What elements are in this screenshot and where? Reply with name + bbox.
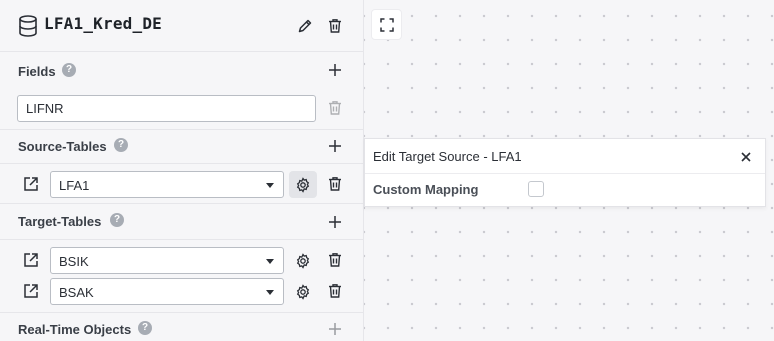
target-table-settings-button[interactable] [289, 247, 317, 274]
add-target-table-button[interactable] [326, 213, 344, 231]
trash-icon [329, 19, 341, 33]
edit-project-button[interactable] [294, 15, 316, 37]
source-tables-help-icon[interactable]: ? [114, 138, 128, 152]
pencil-icon [298, 19, 312, 33]
realtime-objects-section-header: Real-Time Objects ? [0, 312, 364, 341]
panel-divider [365, 173, 765, 174]
edit-target-source-panel: Edit Target Source - LFA1 Custom Mapping [364, 138, 766, 207]
delete-project-button[interactable] [324, 15, 346, 37]
target-table-select[interactable]: BSIK [50, 247, 284, 274]
source-tables-section-header: Source-Tables ? [0, 129, 364, 164]
custom-mapping-checkbox[interactable] [528, 181, 544, 197]
target-table-settings-button[interactable] [289, 278, 317, 305]
chevron-down-icon [266, 183, 274, 188]
target-table-select[interactable]: BSAK [50, 278, 284, 305]
target-tables-label: Target-Tables [18, 214, 102, 229]
add-field-button[interactable] [326, 61, 344, 79]
gear-icon [296, 252, 310, 269]
trash-icon [329, 101, 341, 115]
panel-title: Edit Target Source - LFA1 [373, 149, 522, 164]
source-table-value: LFA1 [59, 178, 90, 193]
project-header: LFA1_Kred_DE [0, 0, 364, 51]
fit-view-button[interactable] [371, 9, 402, 40]
chevron-down-icon [266, 290, 274, 295]
source-table-settings-button[interactable] [289, 171, 317, 198]
target-table-value: BSIK [59, 254, 89, 269]
delete-source-table-button[interactable] [325, 174, 345, 194]
database-icon [19, 15, 37, 37]
sidebar: LFA1_Kred_DE Fields ? Source-Tables ? [0, 0, 364, 341]
close-panel-button[interactable] [737, 148, 755, 166]
external-link-icon[interactable] [22, 251, 40, 269]
realtime-objects-help-icon[interactable]: ? [138, 321, 152, 335]
delete-field-button[interactable] [325, 98, 345, 118]
external-link-icon[interactable] [22, 175, 40, 193]
add-realtime-object-button[interactable] [326, 320, 344, 338]
add-source-table-button[interactable] [326, 137, 344, 155]
custom-mapping-label: Custom Mapping [373, 182, 479, 197]
close-icon [741, 152, 751, 162]
delete-target-table-button[interactable] [325, 250, 345, 270]
trash-icon [329, 177, 341, 191]
delete-target-table-button[interactable] [325, 281, 345, 301]
gear-icon [296, 283, 310, 300]
trash-icon [329, 284, 341, 298]
project-title: LFA1_Kred_DE [44, 14, 162, 33]
target-tables-help-icon[interactable]: ? [110, 213, 124, 227]
source-tables-label: Source-Tables [18, 139, 107, 154]
fit-view-icon [379, 17, 394, 32]
fields-section-header: Fields ? [0, 51, 364, 87]
fields-label: Fields [18, 64, 56, 79]
fields-help-icon[interactable]: ? [62, 63, 76, 77]
external-link-icon[interactable] [22, 282, 40, 300]
source-table-select[interactable]: LFA1 [50, 171, 284, 198]
field-input[interactable] [17, 95, 316, 122]
target-table-value: BSAK [59, 285, 94, 300]
target-tables-section-header: Target-Tables ? [0, 203, 364, 240]
trash-icon [329, 253, 341, 267]
realtime-objects-label: Real-Time Objects [18, 322, 132, 337]
chevron-down-icon [266, 259, 274, 264]
gear-icon [296, 176, 310, 193]
